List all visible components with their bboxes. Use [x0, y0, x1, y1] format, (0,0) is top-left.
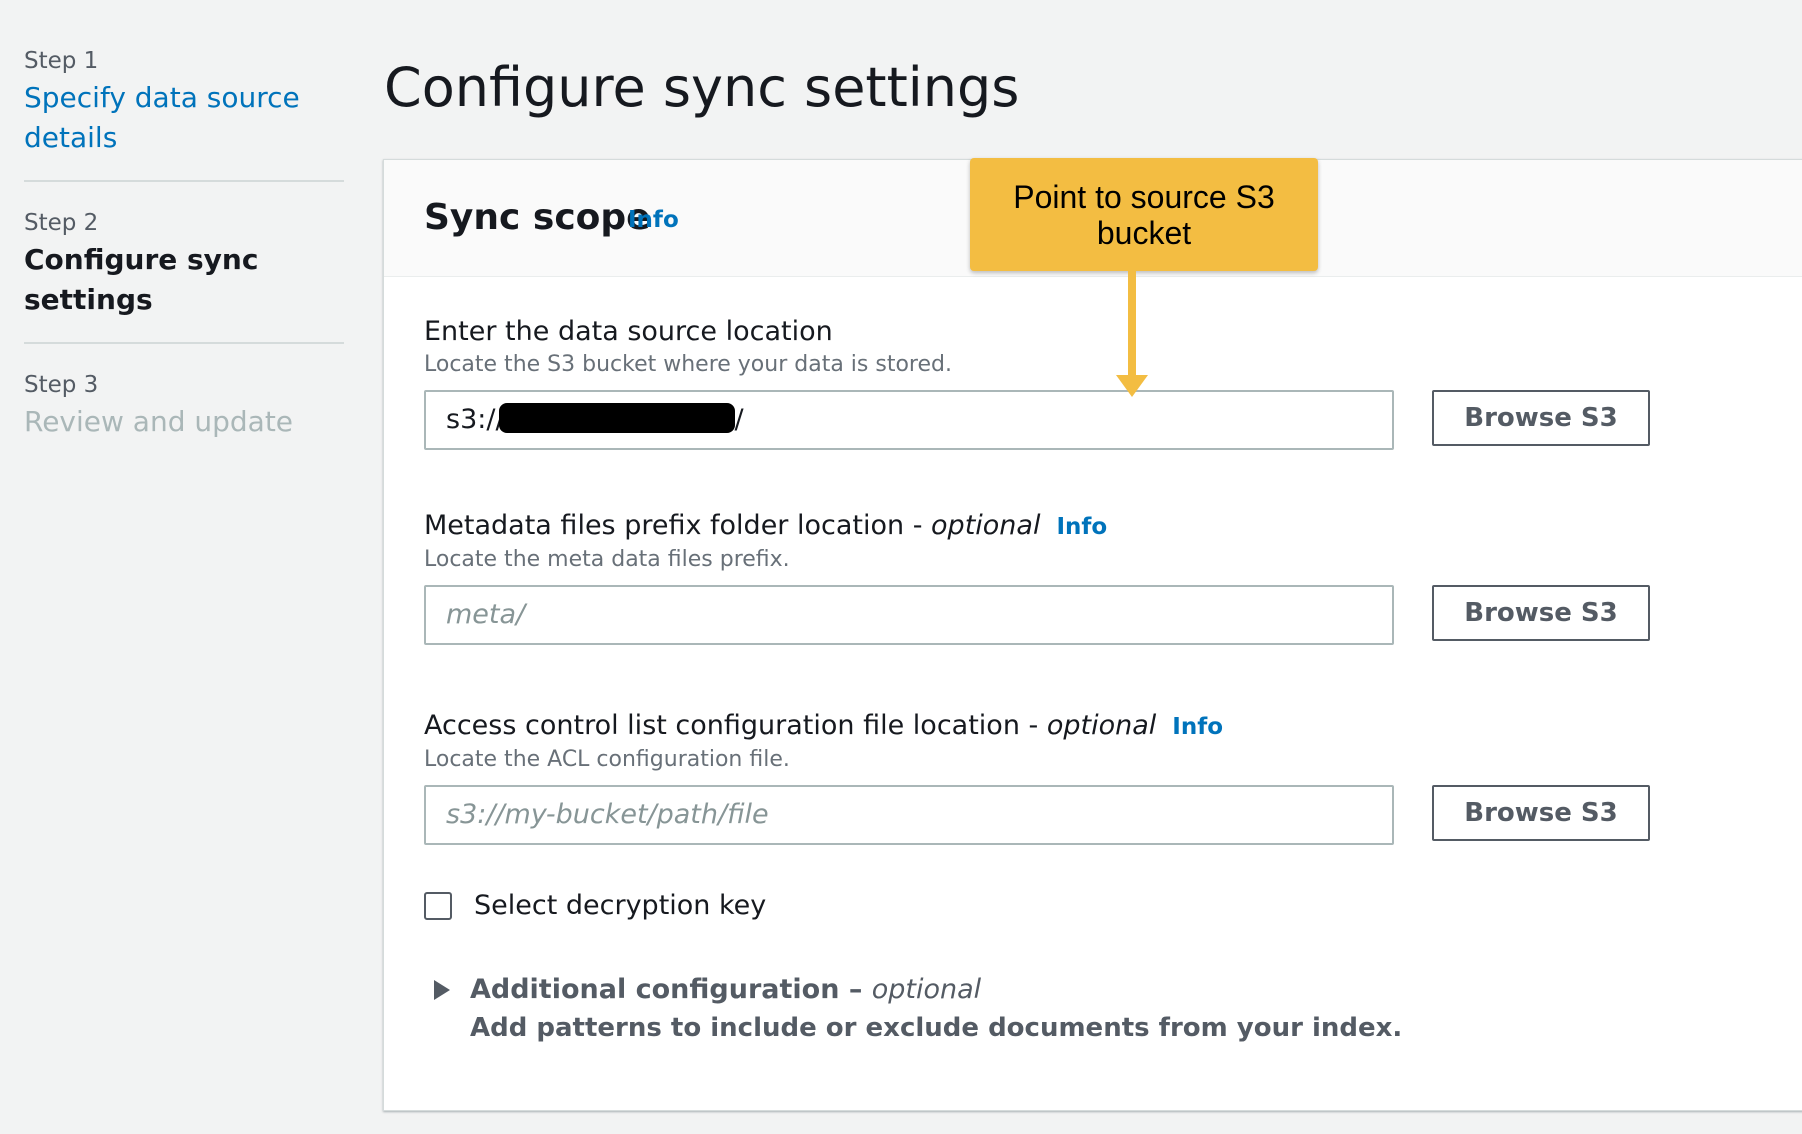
- input-value-prefix: s3://: [446, 404, 505, 435]
- checkbox-label: Select decryption key: [474, 890, 767, 921]
- step-number: Step 1: [24, 48, 99, 74]
- field-label: Enter the data source location: [424, 314, 1614, 350]
- expander-description: Add patterns to include or exclude docum…: [470, 1013, 1403, 1043]
- wizard-steps-nav: Step 1 Specify data source details Step …: [24, 44, 344, 464]
- acl-info-link[interactable]: Info: [1172, 714, 1223, 740]
- expander-toggle[interactable]: Additional configuration – optional: [434, 974, 1402, 1005]
- arrow-down-icon: [1116, 271, 1148, 397]
- sync-scope-info-link[interactable]: Info: [628, 207, 679, 233]
- acl-config-input[interactable]: s3://my-bucket/path/file: [424, 785, 1394, 845]
- data-source-location-input[interactable]: s3:// /: [424, 390, 1394, 450]
- optional-label: optional: [931, 510, 1041, 541]
- decryption-key-option: Select decryption key: [424, 890, 766, 921]
- step-1-link[interactable]: Specify data source details: [24, 78, 344, 158]
- expander-title: Additional configuration – optional: [470, 974, 981, 1005]
- page-title: Configure sync settings: [384, 56, 1020, 119]
- input-value-suffix: /: [734, 404, 744, 435]
- step-2: Step 2 Configure sync settings: [24, 180, 344, 342]
- step-number: Step 3: [24, 372, 99, 398]
- browse-s3-button[interactable]: Browse S3: [1432, 785, 1650, 841]
- input-row: meta/ Browse S3: [424, 585, 1650, 645]
- annotation-callout: Point to source S3 bucket: [970, 158, 1318, 271]
- field-label: Metadata files prefix folder location - …: [424, 508, 1614, 545]
- data-source-location-field: Enter the data source location Locate th…: [424, 314, 1650, 450]
- step-3-disabled: Review and update: [24, 405, 294, 438]
- browse-s3-button[interactable]: Browse S3: [1432, 390, 1650, 446]
- step-3: Step 3 Review and update: [24, 342, 344, 464]
- step-1: Step 1 Specify data source details: [24, 44, 344, 180]
- expander-title-text: Additional configuration –: [470, 974, 872, 1005]
- step-number: Step 2: [24, 210, 99, 236]
- metadata-info-link[interactable]: Info: [1056, 514, 1107, 540]
- optional-label: optional: [871, 974, 982, 1005]
- metadata-prefix-field: Metadata files prefix folder location - …: [424, 508, 1650, 645]
- input-row: s3:// / Browse S3: [424, 390, 1650, 450]
- decryption-key-checkbox[interactable]: [424, 891, 452, 920]
- step-2-current: Configure sync settings: [24, 243, 259, 316]
- optional-label: optional: [1046, 710, 1157, 741]
- field-description: Locate the ACL configuration file.: [424, 747, 790, 772]
- field-description: Locate the meta data files prefix.: [424, 547, 790, 572]
- sync-scope-panel: Sync scope Info Enter the data source lo…: [383, 159, 1802, 1111]
- panel-title: Sync scope: [424, 197, 651, 238]
- acl-config-field: Access control list configuration file l…: [424, 708, 1650, 845]
- caret-right-icon: [434, 979, 450, 1000]
- field-label-text: Metadata files prefix folder location -: [424, 510, 932, 541]
- field-label-text: Enter the data source location: [424, 316, 833, 347]
- field-label: Access control list configuration file l…: [424, 708, 1614, 745]
- field-description: Locate the S3 bucket where your data is …: [424, 352, 952, 377]
- metadata-prefix-input[interactable]: meta/: [424, 585, 1394, 645]
- input-row: s3://my-bucket/path/file Browse S3: [424, 785, 1650, 845]
- additional-configuration-expander: Additional configuration – optional Add …: [434, 974, 1402, 1043]
- browse-s3-button[interactable]: Browse S3: [1432, 585, 1650, 641]
- field-label-text: Access control list configuration file l…: [424, 710, 1047, 741]
- redacted-bucket-name: [498, 402, 735, 433]
